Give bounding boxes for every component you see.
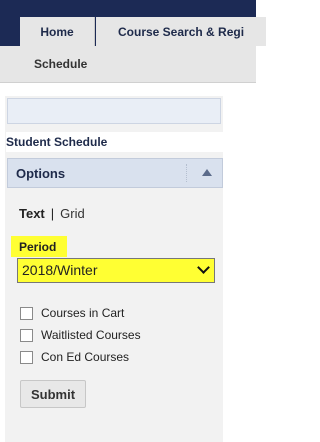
subnav-schedule[interactable]: Schedule xyxy=(34,57,87,71)
checkbox-con-ed-courses[interactable] xyxy=(20,351,33,364)
checkbox-label: Waitlisted Courses xyxy=(41,328,141,342)
period-selected-value: 2018/Winter xyxy=(22,262,98,278)
tab-course-search-registration[interactable]: Course Search & Regi xyxy=(96,17,266,46)
view-separator: | xyxy=(50,206,55,221)
view-grid-link[interactable]: Grid xyxy=(60,206,85,221)
blank-header-bar xyxy=(7,98,221,124)
checkbox-waitlisted-courses[interactable] xyxy=(20,329,33,342)
checkbox-label: Con Ed Courses xyxy=(41,350,130,364)
submit-button[interactable]: Submit xyxy=(20,380,86,408)
view-toggle: Text | Grid xyxy=(19,206,85,221)
chevron-down-icon xyxy=(197,261,210,274)
period-label: Period xyxy=(19,240,57,254)
section-title: Student Schedule xyxy=(6,132,224,152)
period-select[interactable]: 2018/Winter xyxy=(17,258,215,283)
tab-home[interactable]: Home xyxy=(20,17,95,46)
top-nav-bar: Home Course Search & Regi xyxy=(0,0,266,46)
view-text-link[interactable]: Text xyxy=(19,206,45,221)
options-header[interactable]: Options xyxy=(7,158,223,188)
checkbox-label: Courses in Cart xyxy=(41,306,125,320)
triangle-up-icon[interactable] xyxy=(202,169,212,176)
options-title: Options xyxy=(16,166,66,181)
sub-nav: Schedule xyxy=(0,46,256,83)
checkbox-courses-in-cart[interactable] xyxy=(20,307,33,320)
options-divider xyxy=(186,164,187,182)
